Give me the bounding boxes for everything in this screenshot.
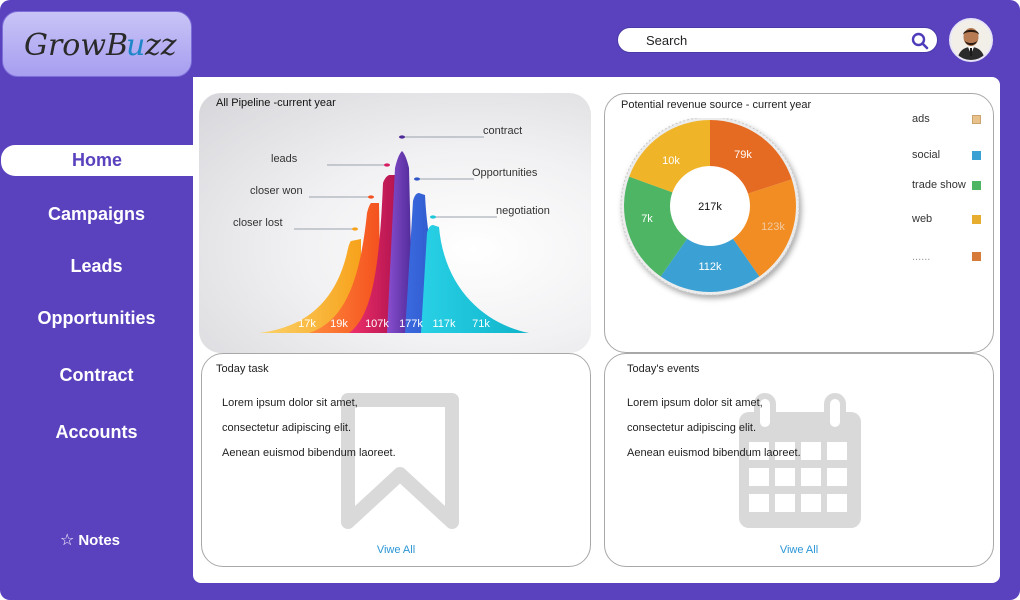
- legend-label-more: ......: [912, 251, 931, 263]
- sidebar-item-accounts[interactable]: Accounts: [0, 420, 193, 444]
- task-line: Lorem ipsum dolor sit amet,: [222, 397, 358, 409]
- svg-text:zz: zz: [144, 28, 177, 63]
- pipeline-value-opportunities: 117k: [432, 318, 456, 330]
- svg-text:u: u: [126, 28, 145, 63]
- donut-label-1: 123k: [761, 221, 785, 233]
- legend-swatch-trade-show: [972, 181, 981, 190]
- pipeline-value-closer-lost: 17k: [298, 318, 316, 330]
- pipeline-peak-negotiation: [421, 225, 529, 333]
- revenue-card: Potential revenue source - current year …: [604, 93, 994, 353]
- legend-label-web: web: [912, 213, 933, 225]
- pipeline-label-contract: contract: [483, 125, 522, 137]
- notes-link[interactable]: ☆ Notes: [0, 530, 180, 549]
- revenue-title: Potential revenue source - current year: [621, 99, 812, 111]
- search-bar[interactable]: [617, 27, 938, 53]
- legend-label-ads: ads: [912, 113, 930, 125]
- donut-total: 217k: [698, 201, 722, 213]
- avatar[interactable]: [949, 18, 993, 62]
- sidebar-item-campaigns[interactable]: Campaigns: [0, 202, 193, 226]
- sidebar-item-contract[interactable]: Contract: [0, 363, 193, 387]
- legend-swatch-web: [972, 215, 981, 224]
- events-line: consectetur adipiscing elit.: [627, 422, 757, 434]
- svg-text:B: B: [105, 28, 128, 63]
- sidebar-item-opportunities[interactable]: Opportunities: [0, 306, 193, 330]
- pipeline-label-leads: leads: [271, 153, 298, 165]
- pipeline-label-negotiation: negotiation: [496, 205, 550, 217]
- revenue-donut-chart: 217k 79k 123k 112k 7k 10k: [620, 118, 800, 296]
- events-line: Aenean euismod bibendum laoreet.: [627, 447, 801, 459]
- events-view-all-link[interactable]: Viwe All: [605, 544, 993, 556]
- user-avatar-icon: [951, 20, 991, 60]
- legend-label-trade-show: trade show: [912, 179, 966, 191]
- pipeline-label-opportunities: Opportunities: [472, 167, 538, 179]
- pipeline-label-closer-won: closer won: [250, 185, 303, 197]
- notes-label: Notes: [78, 532, 121, 549]
- pipeline-chart: closer lost closer won leads contract Op…: [233, 125, 550, 333]
- events-title: Today's events: [627, 363, 700, 375]
- today-events-card: Today's events Lorem ipsum dolor sit ame…: [604, 353, 994, 567]
- legend-swatch-ads: [972, 115, 981, 124]
- donut-label-4: 10k: [662, 155, 680, 167]
- pipeline-value-leads: 107k: [365, 318, 389, 330]
- task-line: Aenean euismod bibendum laoreet.: [222, 447, 396, 459]
- donut-label-0: 79k: [734, 149, 752, 161]
- legend-label-social: social: [912, 149, 941, 161]
- search-icon[interactable]: [911, 32, 929, 50]
- task-view-all-link[interactable]: Viwe All: [202, 544, 590, 556]
- events-lines: Lorem ipsum dolor sit amet, consectetur …: [627, 396, 801, 471]
- pipeline-value-contract: 177k: [399, 318, 423, 330]
- logo[interactable]: Grow B u zz: [2, 11, 192, 77]
- app-window: Grow B u zz Home Campaigns Leads Opportu…: [0, 0, 1020, 600]
- task-title: Today task: [216, 363, 269, 375]
- pipeline-card: All Pipeline -current year closer lost c…: [199, 93, 591, 353]
- sidebar-item-leads[interactable]: Leads: [0, 254, 193, 278]
- task-lines: Lorem ipsum dolor sit amet, consectetur …: [222, 396, 396, 471]
- pipeline-value-closer-won: 19k: [330, 318, 348, 330]
- pipeline-label-closer-lost: closer lost: [233, 217, 283, 229]
- search-input[interactable]: [646, 31, 896, 49]
- svg-text:Grow: Grow: [24, 28, 106, 63]
- legend-swatch-social: [972, 151, 981, 160]
- task-line: consectetur adipiscing elit.: [222, 422, 352, 434]
- legend-swatch-more: [972, 252, 981, 261]
- donut-label-3: 7k: [641, 213, 653, 225]
- sidebar-item-home[interactable]: Home: [1, 145, 193, 176]
- donut-label-2: 112k: [698, 261, 722, 273]
- today-task-card: Today task Lorem ipsum dolor sit amet, c…: [201, 353, 591, 567]
- events-line: Lorem ipsum dolor sit amet,: [627, 397, 763, 409]
- pipeline-value-negotiation: 71k: [472, 318, 490, 330]
- star-icon: ☆: [59, 530, 75, 549]
- logo-wordmark: Grow B u zz: [24, 28, 177, 63]
- dashboard-main: All Pipeline -current year closer lost c…: [193, 77, 1000, 583]
